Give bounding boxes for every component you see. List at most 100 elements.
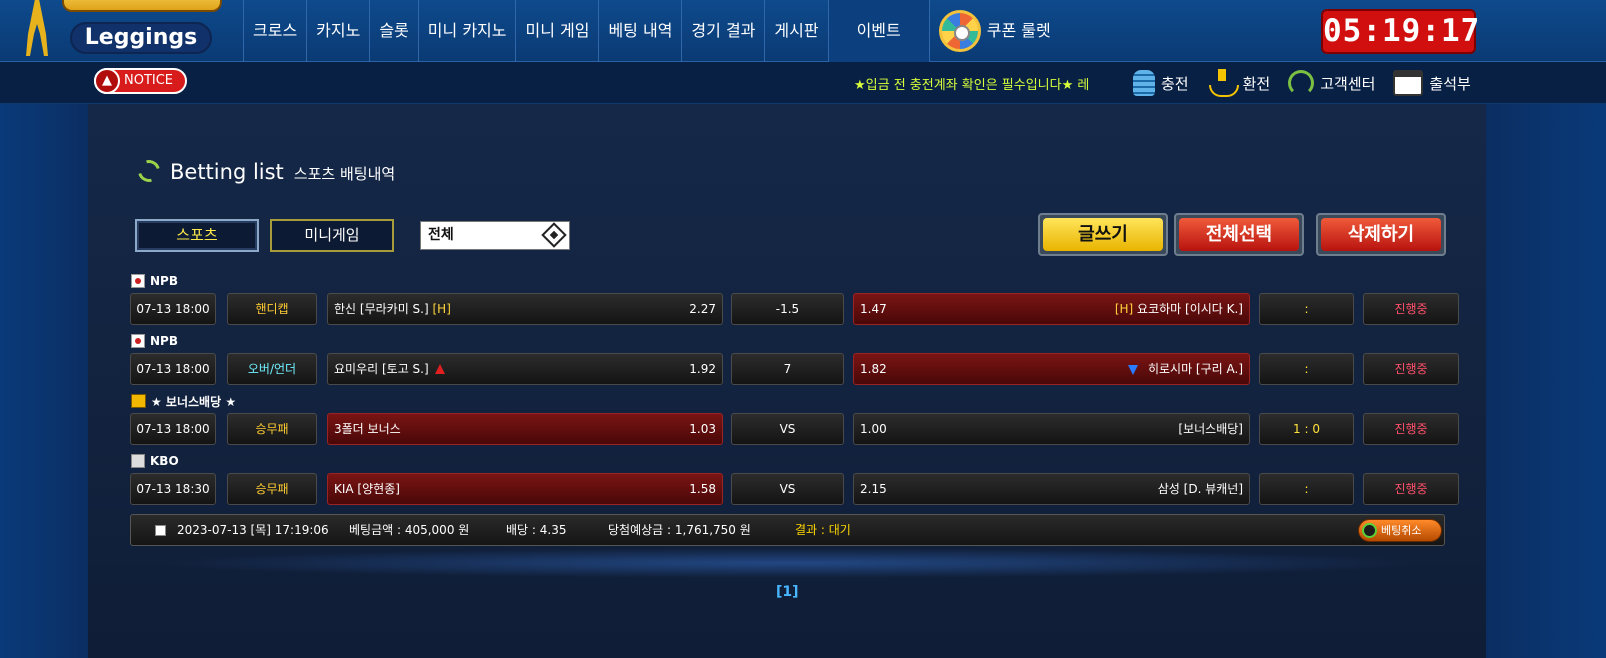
away-odd: 1.00: [860, 422, 887, 436]
page-title: Betting list 스포츠 배팅내역: [133, 155, 396, 187]
league-name: KBO: [150, 454, 179, 468]
calendar-icon: [1393, 70, 1424, 96]
bet-row: 07-13 18:30 승무패 KIA [양현종] 1.58 VS 2.15 삼…: [130, 473, 1459, 505]
league-header: NPB: [131, 272, 178, 290]
refresh-icon: [133, 155, 165, 187]
select-all-button[interactable]: 전체선택: [1174, 213, 1304, 256]
nav-item-roulette[interactable]: 쿠폰 룰렛: [928, 0, 1060, 62]
notice-marquee: ★입금 전 충전계좌 확인은 필수입니다★ 레: [854, 78, 1090, 93]
nav-item-bet-history[interactable]: 베팅 내역: [598, 0, 681, 62]
home-team-cell[interactable]: 요미우리 [토고 S.] 1.92: [327, 353, 723, 385]
attendance-label: 출석부: [1429, 74, 1471, 93]
home-team-name: KIA [양현종]: [334, 482, 400, 496]
nav-item-mini-game[interactable]: 미니 게임: [515, 0, 598, 62]
versus-label: VS: [731, 413, 844, 445]
filter-select[interactable]: 전체: [420, 221, 570, 250]
notice-label: NOTICE: [124, 73, 174, 88]
headset-icon: [1288, 70, 1315, 96]
exchange-link[interactable]: 환전: [1207, 62, 1270, 104]
league-name: NPB: [150, 274, 178, 288]
main-nav: 크로스 카지노 슬롯 미니 카지노 미니 게임 베팅 내역 경기 결과 게시판 …: [243, 0, 1060, 62]
japan-flag-icon: [131, 334, 145, 348]
tab-minigame[interactable]: 미니게임: [270, 219, 394, 252]
tab-sports[interactable]: 스포츠: [135, 219, 259, 252]
bet-summary-row: 2023-07-13 [목] 17:19:06 베팅금액 : 405,000 원…: [130, 514, 1445, 546]
bet-datetime: 2023-07-13 [목] 17:19:06: [177, 523, 329, 537]
quick-links: 충전 환전 고객센터 출석부: [1133, 62, 1471, 104]
home-team-cell[interactable]: 3폴더 보너스 1.03: [327, 413, 723, 445]
bet-status: 진행중: [1363, 473, 1459, 505]
away-odd: 1.47: [860, 302, 887, 316]
bet-type: 승무패: [227, 413, 317, 445]
top-navbar: Leggings 크로스 카지노 슬롯 미니 카지노 미니 게임 베팅 내역 경…: [0, 0, 1606, 62]
bet-type: 오버/언더: [227, 353, 317, 385]
home-odd: 1.03: [689, 422, 716, 436]
nav-item-slot[interactable]: 슬롯: [369, 0, 417, 62]
league-name: NPB: [150, 334, 178, 348]
league-header: NPB: [131, 332, 178, 350]
bet-row: 07-13 18:00 핸디캡 한신 [무라카미 S.] [H] 2.27 -1…: [130, 293, 1459, 325]
bet-amount: 베팅금액 : 405,000 원: [349, 523, 470, 537]
cancel-bet-button[interactable]: 베팅취소: [1358, 519, 1442, 542]
nav-item-casino[interactable]: 카지노: [306, 0, 369, 62]
league-name: ★ 보너스배당 ★: [151, 394, 237, 409]
score: :: [1259, 353, 1354, 385]
away-team-cell[interactable]: 1.47 [H] 요코하마 [이시다 K.]: [853, 293, 1250, 325]
page-title-ko: 스포츠 배팅내역: [293, 165, 396, 183]
home-team-name: 요미우리 [토고 S.]: [334, 362, 429, 376]
roulette-wheel-icon: [938, 10, 981, 52]
home-team-cell[interactable]: KIA [양현종] 1.58: [327, 473, 723, 505]
logo-figure-icon: [26, 0, 48, 56]
bet-status: 진행중: [1363, 293, 1459, 325]
bet-time: 07-13 18:30: [130, 473, 216, 505]
write-button[interactable]: 글쓰기: [1038, 213, 1168, 256]
notice-badge[interactable]: ▲ NOTICE: [94, 68, 187, 94]
charge-link[interactable]: 충전: [1133, 62, 1189, 104]
home-odd: 1.92: [689, 362, 716, 376]
home-team-cell[interactable]: 한신 [무라카미 S.] [H] 2.27: [327, 293, 723, 325]
cancel-dot-icon: [1362, 523, 1377, 538]
bet-status: 진행중: [1363, 353, 1459, 385]
site-logo[interactable]: Leggings: [0, 0, 240, 62]
bonus-badge-icon: [131, 394, 146, 408]
home-team-name: 한신 [무라카미 S.]: [334, 302, 429, 316]
away-odd: 1.82: [860, 362, 887, 376]
away-odd: 2.15: [860, 482, 887, 496]
nav-item-results[interactable]: 경기 결과: [681, 0, 764, 62]
attendance-link[interactable]: 출석부: [1393, 62, 1471, 104]
support-link[interactable]: 고객센터: [1288, 62, 1375, 104]
digital-clock: 05:19:17: [1321, 9, 1479, 54]
expected-win: 당첨예상금 : 1,761,750 원: [608, 523, 751, 537]
handicap-mark: [H]: [1114, 302, 1134, 316]
away-team-cell[interactable]: 1.00 [보너스배당]: [853, 413, 1250, 445]
nav-item-event[interactable]: 이벤트: [827, 0, 929, 62]
away-team-name: [보너스배당]: [1178, 422, 1243, 436]
pagination-page-1[interactable]: [1]: [776, 584, 799, 600]
league-header: KBO: [131, 452, 179, 470]
left-background: [0, 104, 88, 658]
nav-item-board[interactable]: 게시판: [764, 0, 827, 62]
page-title-en: Betting list: [170, 160, 284, 184]
under-arrow-icon: [1127, 365, 1138, 375]
versus-label: VS: [731, 473, 844, 505]
nav-item-cross[interactable]: 크로스: [243, 0, 306, 62]
home-odd: 1.58: [689, 482, 716, 496]
delete-button[interactable]: 삭제하기: [1316, 213, 1446, 256]
away-team-name: 히로시마 [구리 A.]: [1147, 362, 1243, 376]
handicap-value: -1.5: [731, 293, 844, 325]
bet-select-checkbox[interactable]: [155, 525, 166, 536]
bet-row: 07-13 18:00 오버/언더 요미우리 [토고 S.] 1.92 7 1.…: [130, 353, 1459, 385]
bet-row: 07-13 18:00 승무패 3폴더 보너스 1.03 VS 1.00 [보너…: [130, 413, 1459, 445]
right-background: [1486, 104, 1606, 658]
coins-icon: [1133, 70, 1155, 96]
korea-flag-icon: [131, 454, 145, 468]
away-team-cell[interactable]: 1.82 히로시마 [구리 A.]: [853, 353, 1250, 385]
away-team-cell[interactable]: 2.15 삼성 [D. 뷰캐넌]: [853, 473, 1250, 505]
score: 1 : 0: [1259, 413, 1354, 445]
nav-item-mini-casino[interactable]: 미니 카지노: [417, 0, 516, 62]
logo-badge: [62, 0, 222, 12]
roulette-label: 쿠폰 룰렛: [986, 21, 1051, 40]
score: :: [1259, 473, 1354, 505]
away-team-name: 요코하마 [이시다 K.]: [1137, 302, 1243, 316]
over-under-line: 7: [731, 353, 844, 385]
